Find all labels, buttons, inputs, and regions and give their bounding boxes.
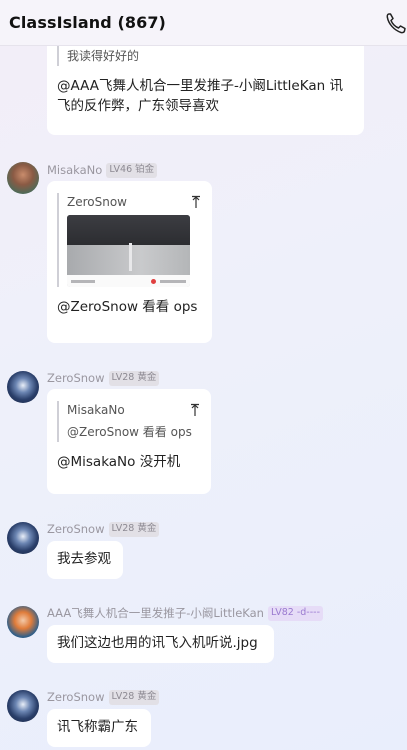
sender-name[interactable]: AAA飞舞人机合一里发推子-小阚LittleKan xyxy=(47,605,264,621)
quote-text: @ZeroSnow 看看 ops xyxy=(67,425,192,439)
sender-name[interactable]: MisakaNo xyxy=(47,163,102,177)
message-bubble[interactable]: 我们这边也用的讯飞入机听说.jpg xyxy=(47,625,274,663)
avatar[interactable] xyxy=(7,162,39,194)
chat-header: ClassIsland (867) xyxy=(0,0,407,46)
pin-icon[interactable] xyxy=(189,403,201,417)
phone-call-icon[interactable] xyxy=(385,11,407,35)
level-badge: LV82 -d---- xyxy=(267,605,323,621)
message-bubble[interactable]: MisakaNo @ZeroSnow 看看 ops @MisakaNo 没开机 xyxy=(47,389,211,494)
chat-title: ClassIsland (867) xyxy=(9,13,166,32)
sender-name[interactable]: ZeroSnow xyxy=(47,690,105,704)
message-text: 我们这边也用的讯飞入机听说.jpg xyxy=(57,635,258,651)
level-badge: LV28 黄金 xyxy=(108,521,160,537)
quoted-message[interactable]: 我读得好好的 xyxy=(57,46,354,66)
message-text: @ZeroSnow 看看 ops xyxy=(57,299,198,315)
level-badge: LV28 黄金 xyxy=(108,370,160,386)
avatar[interactable] xyxy=(7,522,39,554)
sender-row: AAA飞舞人机合一里发推子-小阚LittleKan LV82 -d---- xyxy=(47,605,323,621)
sender-row: ZeroSnow LV28 黄金 xyxy=(47,689,160,705)
avatar[interactable] xyxy=(7,371,39,403)
quote-sender: ZeroSnow xyxy=(67,195,127,209)
sender-row: ZeroSnow LV28 黄金 xyxy=(47,370,160,386)
message-text: 讯飞称霸广东 xyxy=(57,719,138,735)
message-bubble[interactable]: 讯飞称霸广东 xyxy=(47,709,151,747)
avatar[interactable] xyxy=(7,690,39,722)
quote-text: 我读得好好的 xyxy=(67,49,140,63)
level-badge: LV28 黄金 xyxy=(108,689,160,705)
sender-row: ZeroSnow LV28 黄金 xyxy=(47,521,160,537)
sender-row: MisakaNo LV46 铂金 xyxy=(47,162,158,178)
quoted-message[interactable]: MisakaNo @ZeroSnow 看看 ops xyxy=(57,401,201,442)
quote-sender: MisakaNo xyxy=(67,403,125,417)
quote-image-thumbnail[interactable] xyxy=(67,215,190,287)
level-badge: LV46 铂金 xyxy=(106,162,158,178)
message-bubble[interactable]: ZeroSnow @ZeroSnow 看看 ops xyxy=(47,181,212,343)
message-text: 我去参观 xyxy=(57,551,111,567)
avatar[interactable] xyxy=(7,606,39,638)
message-text: @AAA飞舞人机合一里发推子-小阚LittleKan 讯飞的反作弊，广东领导喜欢 xyxy=(57,78,343,114)
sender-name[interactable]: ZeroSnow xyxy=(47,371,105,385)
sender-name[interactable]: ZeroSnow xyxy=(47,522,105,536)
message-text: @MisakaNo 没开机 xyxy=(57,454,181,470)
message-feed[interactable]: 我读得好好的 @AAA飞舞人机合一里发推子-小阚LittleKan 讯飞的反作弊… xyxy=(0,0,407,750)
quoted-message[interactable]: ZeroSnow xyxy=(57,193,202,287)
pin-icon[interactable] xyxy=(190,195,202,209)
message-bubble[interactable]: 我去参观 xyxy=(47,541,123,579)
